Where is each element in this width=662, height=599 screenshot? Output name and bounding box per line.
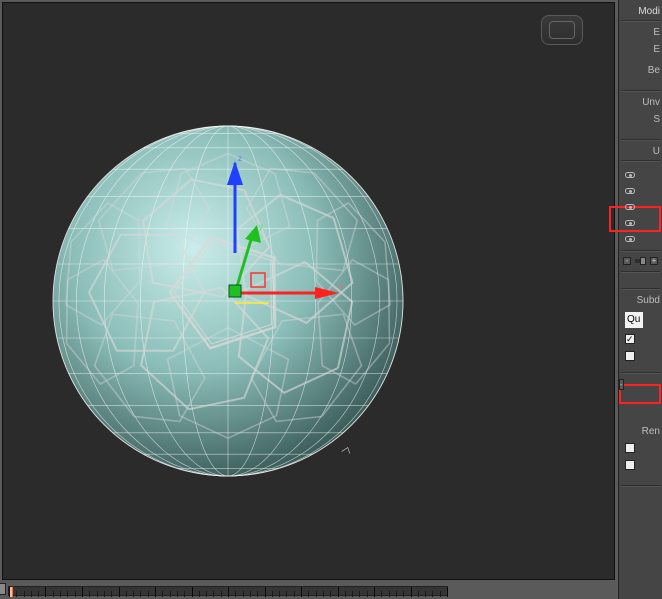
viewport-3d[interactable]: z x y xyxy=(2,2,615,580)
stack-plus[interactable]: + xyxy=(650,257,658,265)
highlight-modifier-stack-top xyxy=(609,206,661,232)
ren-checkbox-1[interactable] xyxy=(625,443,635,453)
panel-field-e2[interactable]: E xyxy=(619,44,662,55)
panel-field-e1[interactable]: E xyxy=(619,27,662,38)
panel-field-u[interactable]: U xyxy=(619,146,662,157)
visibility-eye-icon[interactable] xyxy=(625,188,635,194)
gizmo-z-label: z xyxy=(238,154,242,163)
stack-pin-slider[interactable]: - + xyxy=(619,254,662,268)
visibility-eye-icon[interactable] xyxy=(625,172,635,178)
timeline[interactable] xyxy=(2,584,615,597)
visibility-eye-icon[interactable] xyxy=(625,220,635,226)
visibility-eye-icon[interactable] xyxy=(625,236,635,242)
visibility-eye-icon[interactable] xyxy=(625,204,635,210)
rollout-collapse-icon[interactable]: - xyxy=(619,379,624,390)
panel-subd-title: Subd xyxy=(619,295,662,306)
panel-modifier-title: Modi xyxy=(619,6,662,17)
timeline-track[interactable] xyxy=(8,586,448,596)
panel-field-be[interactable]: Be xyxy=(619,65,662,76)
stack-minus[interactable]: - xyxy=(623,257,631,265)
viewport-object-soccerball[interactable]: z x y xyxy=(3,3,616,581)
gizmo-x-label: x xyxy=(339,282,343,291)
panel-ren-title: Ren xyxy=(619,426,662,437)
subd-checkbox-1[interactable] xyxy=(625,334,635,344)
command-panel: Modi E E Be Unv S U - + Subd Qu - Ren xyxy=(618,0,662,599)
panel-field-unv[interactable]: Unv xyxy=(619,97,662,108)
gizmo-y-label: y xyxy=(259,222,263,231)
stack-row-0[interactable] xyxy=(619,167,662,183)
stack-row-1[interactable] xyxy=(619,183,662,199)
ren-checkbox-2[interactable] xyxy=(625,460,635,470)
stack-row-4[interactable] xyxy=(619,231,662,247)
panel-field-s[interactable]: S xyxy=(619,114,662,125)
timeline-scrub-handle[interactable] xyxy=(0,583,6,595)
subd-type-dropdown[interactable]: Qu xyxy=(625,312,643,328)
subd-checkbox-2[interactable] xyxy=(625,351,635,361)
